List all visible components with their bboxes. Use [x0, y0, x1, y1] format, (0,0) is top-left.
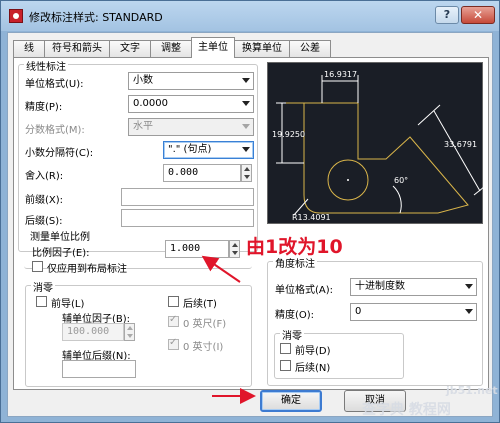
annotation-overlay — [201, 255, 256, 404]
tab-primary-units[interactable]: 主单位 — [191, 37, 235, 58]
annotation-label: 由1改为10 — [246, 236, 343, 258]
watermark-site: jb51.net — [446, 384, 498, 397]
watermark-brand: 查字典 教程网 — [362, 402, 451, 418]
annotation-arrow-scale — [201, 255, 241, 283]
